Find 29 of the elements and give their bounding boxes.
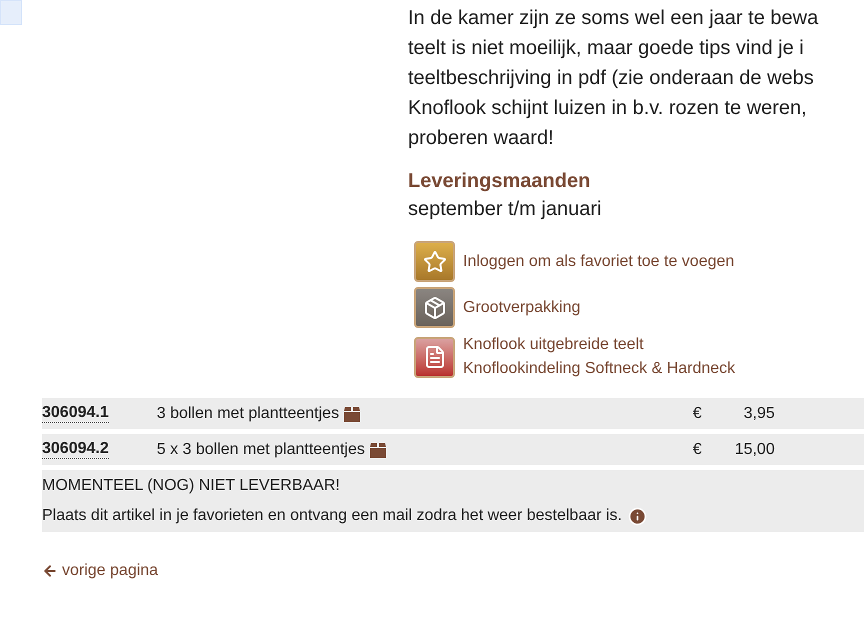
currency: € [692, 440, 703, 460]
box-icon [343, 406, 362, 422]
notice-text: Plaats dit artikel in je favorieten en ontvang een mail zodra het weer bestelbaar is. [42, 506, 622, 526]
product-code[interactable]: 306094.2 [42, 440, 109, 459]
info-link[interactable]: Knoflook uitgebreide teelt [463, 333, 644, 357]
description-line: teeltbeschrijving in pdf (zie onderaan de webs [408, 66, 814, 91]
info-icon[interactable] [628, 506, 647, 526]
box-icon [368, 442, 387, 458]
section-heading: Leveringsmaanden [408, 169, 590, 194]
product-code[interactable]: 306094.1 [42, 404, 109, 423]
delivery-months: september t/m januari [408, 197, 602, 222]
currency: € [692, 404, 703, 424]
info-link[interactable]: Inloggen om als favoriet toe te voegen [463, 250, 734, 274]
description-line: Knoflook schijnt luizen in b.v. rozen te weren, [408, 96, 807, 121]
description-line: In de kamer zijn ze soms wel een jaar te bewa [408, 6, 818, 31]
price: 15,00 [734, 440, 775, 460]
description-line: teelt is niet moeilijk, maar goede tips vind je i [408, 36, 804, 61]
info-link[interactable]: Knoflookindeling Softneck & Hardneck [463, 357, 736, 381]
info-link[interactable]: Grootverpakking [463, 296, 580, 320]
notice-title: MOMENTEEL (NOG) NIET LEVERBAAR! [42, 476, 340, 496]
product-name: 5 x 3 bollen met plantteentjes [156, 440, 365, 460]
corner-box [0, 0, 22, 25]
document-icon [414, 336, 455, 378]
description-line: proberen waard! [408, 126, 554, 151]
back-link[interactable]: vorige pagina [42, 559, 158, 583]
price: 3,95 [742, 404, 775, 424]
product-name: 3 bollen met plantteentjes [156, 404, 340, 424]
arrow-left-icon [42, 563, 58, 579]
box-icon [414, 287, 455, 328]
